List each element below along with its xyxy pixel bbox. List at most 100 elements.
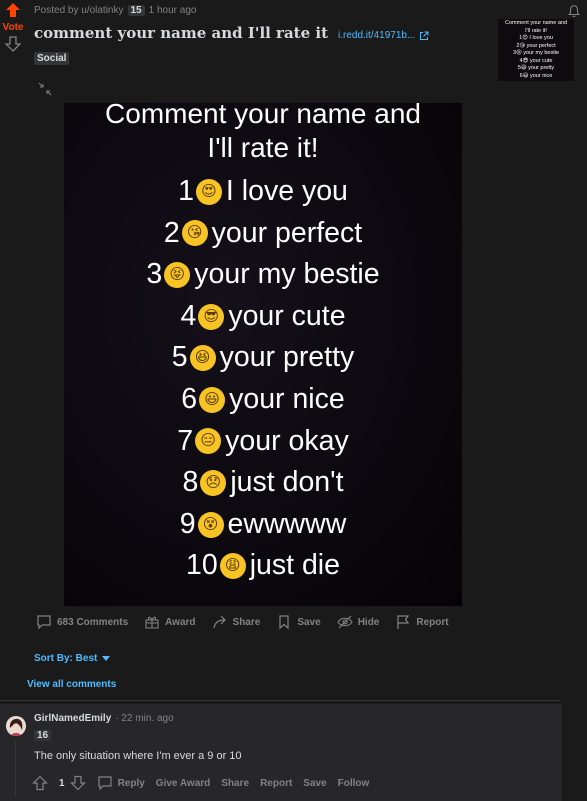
eye-slash-icon <box>337 615 353 629</box>
comments-label: 683 Comments <box>57 616 129 628</box>
thread-line[interactable] <box>15 741 16 797</box>
rating-row: 8 😞 just don't <box>64 462 462 504</box>
share-button[interactable]: Share <box>212 614 261 630</box>
rating-row: 6 😃 your nice <box>64 379 462 421</box>
comment-flair: 16 <box>34 730 52 741</box>
rating-text: just die <box>249 549 340 582</box>
flag-icon <box>397 615 410 629</box>
comment-report-button[interactable]: Report <box>260 778 292 789</box>
post-container: Vote Posted by u/olatinky 15 1 hour ago … <box>0 0 587 801</box>
report-label: Report <box>416 616 449 628</box>
rating-row: 3 😝 your my bestie <box>64 254 462 296</box>
share-arrow-icon <box>212 615 226 629</box>
comment-author[interactable]: GirlNamedEmily <box>34 713 111 724</box>
view-all-comments-link[interactable]: View all comments <box>27 679 116 690</box>
post-actions: 683 Comments Award Share Save Hide Repor… <box>36 614 449 630</box>
thumb-line: 3😝 your my bestie <box>512 50 560 56</box>
post-thumbnail[interactable]: Comment your name and I'll rate it! 1😍 I… <box>498 19 574 81</box>
emoji-icon: 😑 <box>195 428 222 455</box>
comment-share-button[interactable]: Share <box>221 778 249 789</box>
title-row: comment your name and I'll rate it i.red… <box>34 24 429 42</box>
rating-number: 3 <box>146 258 163 291</box>
avatar[interactable] <box>6 716 26 736</box>
collapse-icon[interactable] <box>38 82 52 96</box>
rating-row: 10 😩 just die <box>64 545 462 587</box>
thumb-line: 5😆 your pretty <box>517 65 555 71</box>
comment-actions: 1 Reply Give Award Share Report Save Fol… <box>32 775 369 791</box>
rating-text: ewwwww <box>227 507 347 540</box>
rating-number: 2 <box>163 216 180 249</box>
post-flair[interactable]: Social <box>34 52 70 65</box>
vote-column: Vote <box>0 2 26 52</box>
comment-follow-button[interactable]: Follow <box>338 778 370 789</box>
rating-text: I love you <box>225 175 348 207</box>
rating-row: 2 😘 your perfect <box>64 213 462 255</box>
reply-label: Reply <box>117 777 145 789</box>
sort-dropdown[interactable]: Sort By: Best <box>34 653 111 664</box>
hide-button[interactable]: Hide <box>337 614 379 630</box>
emoji-icon: 😩 <box>219 553 246 580</box>
rating-row: 7 😑 your okay <box>64 421 462 463</box>
thumb-line: 2😘 your perfect <box>516 42 556 49</box>
emoji-icon: 😞 <box>200 469 227 496</box>
share-label: Share <box>232 616 261 628</box>
rating-row: 1 😍 I love you <box>64 171 462 213</box>
rating-row: 4 😎 your cute <box>64 296 462 338</box>
award-label: Award <box>165 616 196 628</box>
give-award-button[interactable]: Give Award <box>156 778 210 789</box>
image-rating-list: 1 😍 I love you 2 😘 your perfect 3 😝 your my be… <box>64 171 462 587</box>
comment-save-button[interactable]: Save <box>303 778 326 789</box>
emoji-icon: 😃 <box>199 386 226 413</box>
rating-text: your my bestie <box>194 258 380 291</box>
sort-label: Sort By: Best <box>34 653 98 664</box>
rating-number: 6 <box>181 382 198 415</box>
comment-time: · 22 min. ago <box>115 713 174 724</box>
rating-text: just don't <box>230 466 344 499</box>
save-button[interactable]: Save <box>276 614 321 630</box>
divider <box>0 700 560 701</box>
external-link-icon <box>420 31 429 40</box>
save-label: Save <box>297 616 321 628</box>
author-flair: 15 <box>127 5 145 16</box>
caret-down-icon <box>102 655 111 661</box>
upvote-arrow-icon[interactable] <box>5 2 21 18</box>
comment-score: 1 <box>59 777 65 789</box>
gift-icon <box>145 616 159 629</box>
bookmark-icon <box>279 615 289 630</box>
rating-text: your nice <box>229 382 345 415</box>
rating-row: 9 😵 ewwwww <box>64 504 462 546</box>
emoji-icon: 😆 <box>189 345 216 372</box>
post-title[interactable]: comment your name and I'll rate it <box>34 24 328 42</box>
comments-button[interactable]: 683 Comments <box>36 614 128 630</box>
rating-number: 9 <box>179 507 196 540</box>
rating-number: 4 <box>180 299 197 332</box>
post-image[interactable]: Comment your name and I'll rate it! 1 😍 I … <box>64 98 462 606</box>
rating-text: your pretty <box>219 341 355 374</box>
rating-text: your cute <box>228 299 346 332</box>
domain-link[interactable]: i.redd.it/41971b... <box>338 30 429 41</box>
avatar-face-icon <box>6 716 26 736</box>
posted-by[interactable]: Posted by u/olatinky <box>34 5 124 16</box>
thumb-line: I'll rate it! <box>525 27 547 34</box>
emoji-icon: 😍 <box>195 178 222 205</box>
comment-icon <box>37 615 51 630</box>
award-button[interactable]: Award <box>144 614 196 630</box>
post-meta: Posted by u/olatinky 15 1 hour ago <box>34 5 196 16</box>
image-title-line: Comment your name and <box>105 98 421 129</box>
rating-number: 5 <box>171 341 188 374</box>
rating-text: your perfect <box>211 216 363 249</box>
rating-number: 1 <box>178 175 194 207</box>
downvote-arrow-icon[interactable] <box>5 36 21 52</box>
reply-button[interactable]: Reply <box>97 775 145 791</box>
rating-number: 10 <box>185 549 218 582</box>
downvote-arrow-icon[interactable] <box>69 775 86 791</box>
upvote-arrow-icon[interactable] <box>32 775 48 791</box>
rating-text: your okay <box>225 424 349 457</box>
rating-number: 8 <box>182 466 199 499</box>
vote-label: Vote <box>2 22 24 33</box>
bell-icon[interactable] <box>567 4 581 18</box>
image-title: Comment your name and I'll rate it! <box>64 97 462 165</box>
report-button[interactable]: Report <box>395 614 449 630</box>
comment-icon <box>97 776 112 791</box>
image-title-line: I'll rate it! <box>207 132 319 163</box>
